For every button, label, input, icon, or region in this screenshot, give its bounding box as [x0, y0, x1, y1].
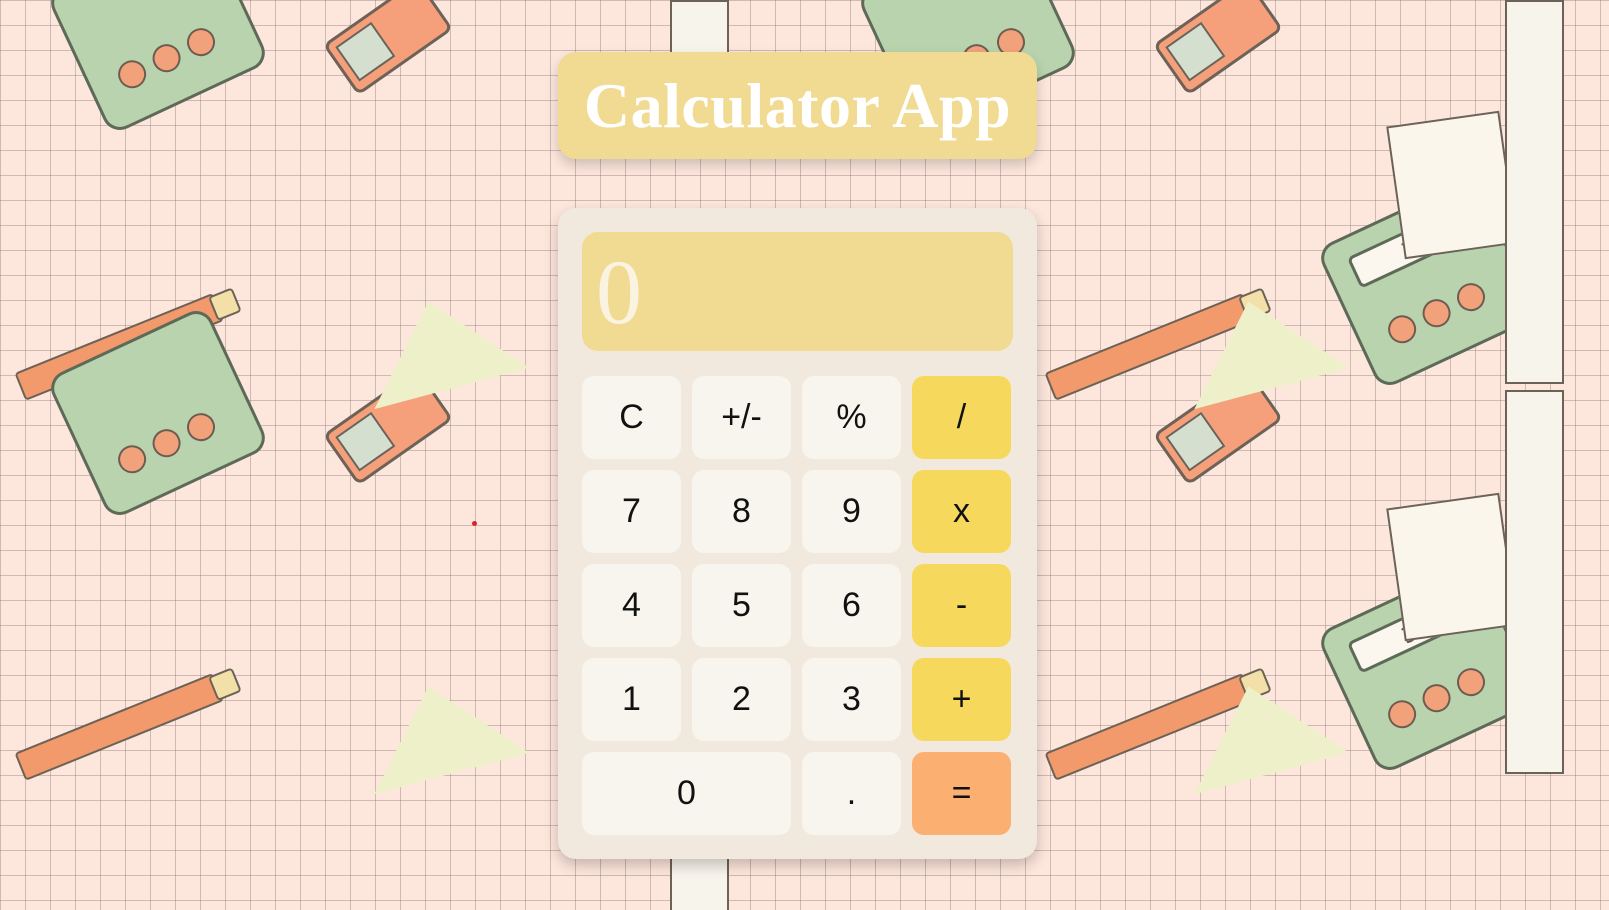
set-square-icon — [1171, 665, 1349, 795]
set-square-icon — [351, 665, 529, 795]
digit-9-button[interactable]: 9 — [802, 470, 901, 553]
red-dot-marker — [472, 521, 477, 526]
multiply-button[interactable]: x — [912, 470, 1011, 553]
eraser-icon — [1152, 368, 1284, 486]
mini-calculator-icon: 3012 — [1315, 175, 1541, 391]
mini-calculator-icon: 3012 — [1315, 560, 1541, 776]
add-button[interactable]: + — [912, 658, 1011, 741]
eraser-icon — [1152, 0, 1284, 96]
pencil-icon — [1044, 672, 1255, 781]
divide-button[interactable]: / — [912, 376, 1011, 459]
ruler-icon — [670, 850, 729, 910]
digit-7-button[interactable]: 7 — [582, 470, 681, 553]
calculator-panel: 0 C +/- % / 7 8 9 x 4 5 6 - 1 2 3 + 0 . … — [558, 208, 1037, 859]
percent-button[interactable]: % — [802, 376, 901, 459]
pencil-icon — [1044, 292, 1255, 401]
calculator-display: 0 — [582, 232, 1013, 351]
sign-toggle-button[interactable]: +/- — [692, 376, 791, 459]
ruler-icon — [1505, 0, 1564, 384]
app-title: Calculator App — [583, 69, 1012, 141]
clear-button[interactable]: C — [582, 376, 681, 459]
set-square-icon — [351, 280, 529, 410]
paper-sheet-icon — [1386, 492, 1518, 642]
mini-calculator-screen: 3012 — [1346, 207, 1470, 289]
pencil-icon — [14, 292, 225, 401]
digit-3-button[interactable]: 3 — [802, 658, 901, 741]
ruler-icon — [1505, 390, 1564, 774]
calculator-keypad: C +/- % / 7 8 9 x 4 5 6 - 1 2 3 + 0 . = — [582, 376, 1013, 835]
digit-4-button[interactable]: 4 — [582, 564, 681, 647]
subtract-button[interactable]: - — [912, 564, 1011, 647]
mini-calculator-icon — [45, 0, 271, 136]
equals-button[interactable]: = — [912, 752, 1011, 835]
paper-sheet-icon — [1386, 110, 1518, 260]
digit-8-button[interactable]: 8 — [692, 470, 791, 553]
decimal-button[interactable]: . — [802, 752, 901, 835]
digit-0-button[interactable]: 0 — [582, 752, 791, 835]
digit-1-button[interactable]: 1 — [582, 658, 681, 741]
title-card: Calculator App — [558, 52, 1037, 159]
digit-6-button[interactable]: 6 — [802, 564, 901, 647]
set-square-icon — [1171, 280, 1349, 410]
mini-calculator-icon — [45, 305, 271, 521]
pencil-icon — [14, 672, 225, 781]
digit-2-button[interactable]: 2 — [692, 658, 791, 741]
digit-5-button[interactable]: 5 — [692, 564, 791, 647]
mini-calculator-screen: 3012 — [1346, 592, 1470, 674]
eraser-icon — [322, 0, 454, 96]
eraser-icon — [322, 368, 454, 486]
